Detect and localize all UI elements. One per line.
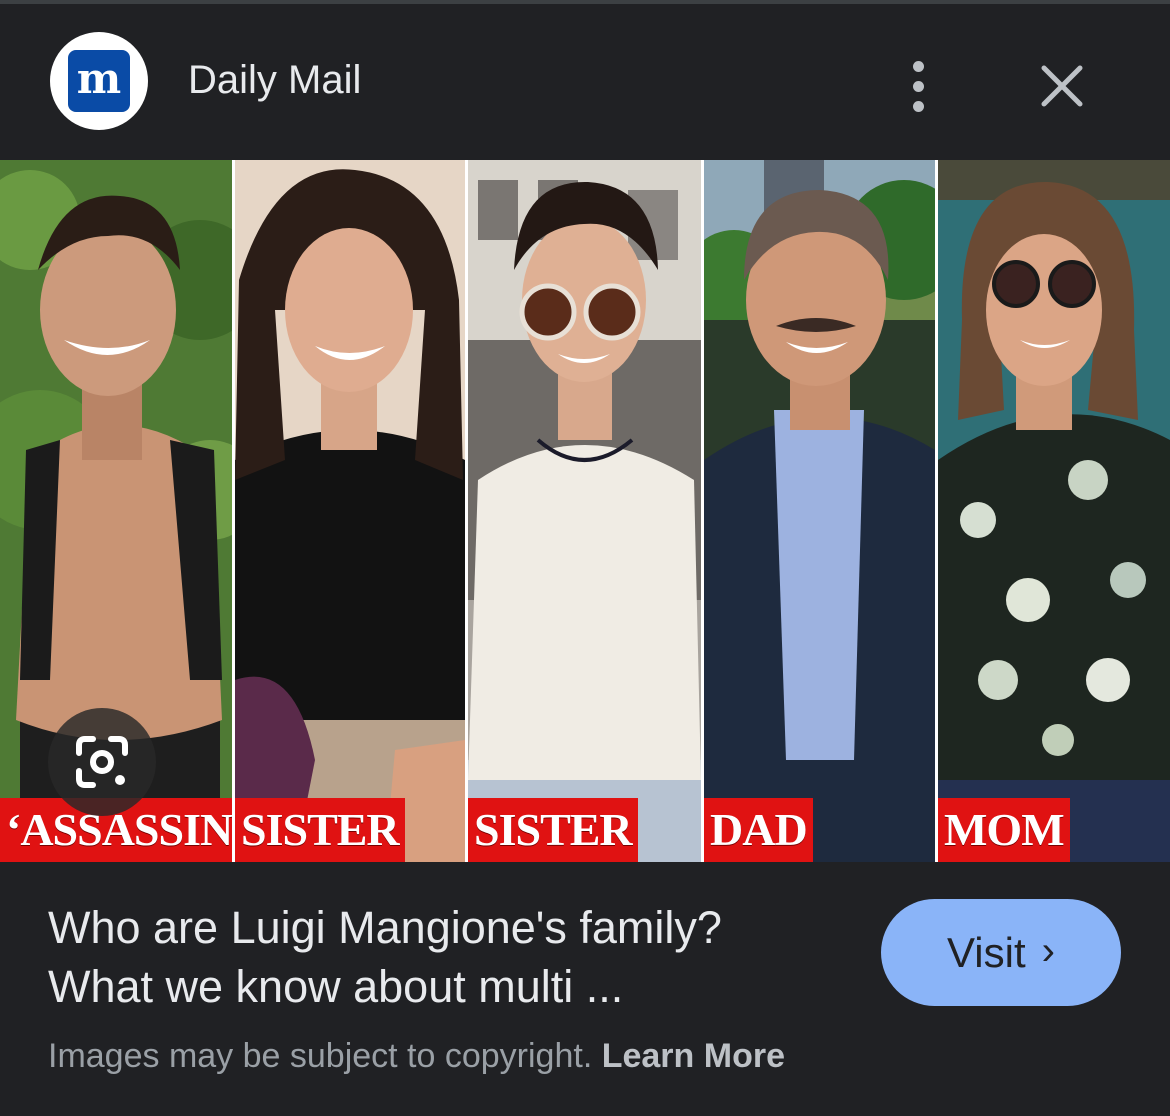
daily-mail-logo-icon: m: [68, 50, 130, 112]
photo-panel-3: SISTER: [468, 160, 701, 862]
copyright-text: Images may be subject to copyright.: [48, 1037, 593, 1075]
google-lens-icon[interactable]: [48, 708, 156, 816]
preview-image[interactable]: ‘ASSASSIN’ SISTER SISTER DAD MOM: [0, 160, 1170, 862]
title-line-2: What we know about multi ...: [48, 961, 624, 1012]
result-title[interactable]: Who are Luigi Mangione's family? What we…: [48, 898, 848, 1016]
close-icon[interactable]: [1030, 54, 1094, 118]
photo-panel-4: DAD: [704, 160, 935, 862]
photo-panel-2: SISTER: [235, 160, 465, 862]
photo-panel-5: MOM: [938, 160, 1170, 862]
visit-button[interactable]: Visit ›: [881, 899, 1121, 1006]
visit-label: Visit: [947, 928, 1026, 976]
more-vert-icon[interactable]: [890, 48, 946, 124]
learn-more-link[interactable]: Learn More: [602, 1037, 785, 1075]
panel-label: SISTER: [235, 798, 405, 862]
title-line-1: Who are Luigi Mangione's family?: [48, 902, 722, 953]
panel-label: MOM: [938, 798, 1070, 862]
site-name[interactable]: Daily Mail: [188, 56, 361, 104]
logo-letter: m: [76, 54, 122, 103]
panel-label: DAD: [704, 798, 813, 862]
result-header: m Daily Mail: [0, 4, 1170, 160]
site-logo[interactable]: m: [50, 32, 148, 130]
copyright-notice: Images may be subject to copyright. Lear…: [48, 1034, 785, 1078]
chevron-right-icon: ›: [1041, 928, 1055, 973]
panel-label: SISTER: [468, 798, 638, 862]
